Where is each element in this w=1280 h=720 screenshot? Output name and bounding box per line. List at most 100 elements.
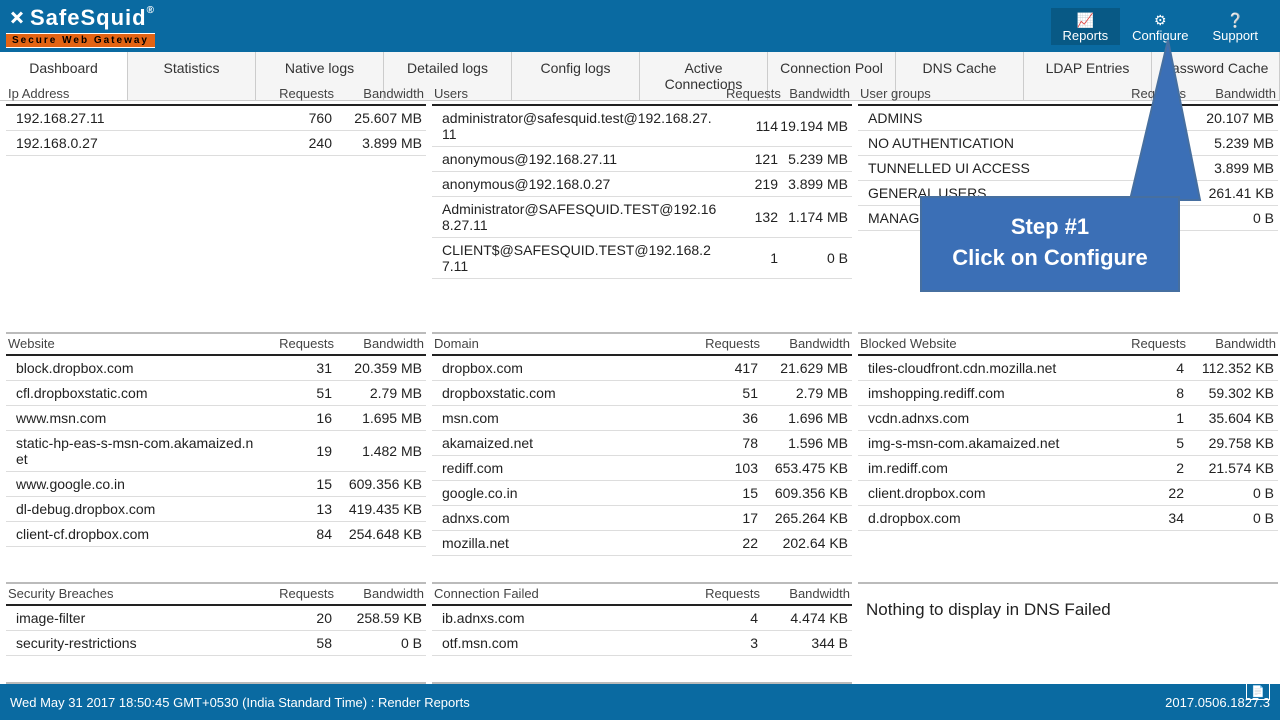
table-row[interactable]: ADMINS20.107 MB bbox=[858, 106, 1278, 131]
cell-name: static-hp-eas-s-msn-com.akamaized.net bbox=[16, 435, 262, 467]
col-title: Users bbox=[434, 86, 726, 101]
cell-requests: 13 bbox=[262, 501, 332, 517]
table-row[interactable]: client-cf.dropbox.com84254.648 KB bbox=[6, 522, 426, 547]
cell-bandwidth: 1.174 MB bbox=[778, 209, 848, 225]
cell-requests: 36 bbox=[688, 410, 758, 426]
col-bandwidth: Bandwidth bbox=[760, 336, 850, 351]
table-row[interactable]: adnxs.com17265.264 KB bbox=[432, 506, 852, 531]
cell-name: anonymous@192.168.27.11 bbox=[442, 151, 724, 167]
cell-bandwidth: 1.596 MB bbox=[758, 435, 848, 451]
table-row[interactable]: static-hp-eas-s-msn-com.akamaized.net191… bbox=[6, 431, 426, 472]
cell-name: otf.msn.com bbox=[442, 635, 688, 651]
col-title: Domain bbox=[434, 336, 690, 351]
table-row[interactable]: 192.168.27.1176025.607 MB bbox=[6, 106, 426, 131]
table-row[interactable]: anonymous@192.168.27.111215.239 MB bbox=[432, 147, 852, 172]
table-row[interactable]: dl-debug.dropbox.com13419.435 KB bbox=[6, 497, 426, 522]
table-row[interactable]: administrator@safesquid.test@192.168.27.… bbox=[432, 106, 852, 147]
logo-tagline: Secure Web Gateway bbox=[6, 33, 155, 48]
table-row[interactable]: ib.adnxs.com44.474 KB bbox=[432, 606, 852, 631]
cell-name: NO AUTHENTICATION bbox=[868, 135, 1114, 151]
table-row[interactable]: 192.168.0.272403.899 MB bbox=[6, 131, 426, 156]
cell-name: img-s-msn-com.akamaized.net bbox=[868, 435, 1114, 451]
cell-requests: 16 bbox=[262, 410, 332, 426]
cell-bandwidth: 0 B bbox=[332, 635, 422, 651]
panel-body: image-filter20258.59 KBsecurity-restrict… bbox=[6, 606, 426, 684]
panel-domain: DomainRequestsBandwidthdropbox.com41721.… bbox=[432, 334, 852, 584]
table-row[interactable]: msn.com361.696 MB bbox=[432, 406, 852, 431]
table-row[interactable]: cfl.dropboxstatic.com512.79 MB bbox=[6, 381, 426, 406]
cell-requests: 4 bbox=[1114, 360, 1184, 376]
col-bandwidth: Bandwidth bbox=[334, 336, 424, 351]
cell-name: rediff.com bbox=[442, 460, 688, 476]
table-row[interactable]: security-restrictions580 B bbox=[6, 631, 426, 656]
table-row[interactable]: Administrator@SAFESQUID.TEST@192.168.27.… bbox=[432, 197, 852, 238]
cell-bandwidth: 19.194 MB bbox=[778, 118, 848, 134]
cell-requests: 19 bbox=[262, 443, 332, 459]
cell-name: CLIENT$@SAFESQUID.TEST@192.168.27.11 bbox=[442, 242, 724, 274]
cell-bandwidth: 112.352 KB bbox=[1184, 360, 1274, 376]
cell-bandwidth: 344 B bbox=[758, 635, 848, 651]
table-row[interactable]: dropboxstatic.com512.79 MB bbox=[432, 381, 852, 406]
cell-requests: 78 bbox=[688, 435, 758, 451]
cell-requests: 3 bbox=[688, 635, 758, 651]
panel-header: Ip AddressRequestsBandwidth bbox=[6, 84, 426, 106]
table-row[interactable]: rediff.com103653.475 KB bbox=[432, 456, 852, 481]
col-title: Security Breaches bbox=[8, 586, 264, 601]
table-row[interactable]: anonymous@192.168.0.272193.899 MB bbox=[432, 172, 852, 197]
cell-requests: 417 bbox=[688, 360, 758, 376]
cell-requests: 760 bbox=[262, 110, 332, 126]
support-button[interactable]: ❔ Support bbox=[1200, 8, 1270, 45]
col-requests: Requests bbox=[1116, 336, 1186, 351]
cell-requests: 15 bbox=[688, 485, 758, 501]
table-row[interactable]: vcdn.adnxs.com135.604 KB bbox=[858, 406, 1278, 431]
cell-name: client-cf.dropbox.com bbox=[16, 526, 262, 542]
cell-bandwidth: 0 B bbox=[778, 250, 848, 266]
panel-header: Connection FailedRequestsBandwidth bbox=[432, 584, 852, 606]
pdf-export-button[interactable]: 📄 bbox=[1246, 683, 1270, 700]
table-row[interactable]: otf.msn.com3344 B bbox=[432, 631, 852, 656]
panel-dnsfail: Nothing to display in DNS Failed bbox=[858, 584, 1278, 684]
col-requests: Requests bbox=[726, 86, 780, 101]
cell-requests: 132 bbox=[724, 209, 778, 225]
table-row[interactable]: image-filter20258.59 KB bbox=[6, 606, 426, 631]
table-row[interactable]: TUNNELLED UI ACCESS3.899 MB bbox=[858, 156, 1278, 181]
table-row[interactable]: imshopping.rediff.com859.302 KB bbox=[858, 381, 1278, 406]
footer: Wed May 31 2017 18:50:45 GMT+0530 (India… bbox=[0, 684, 1280, 720]
table-row[interactable]: www.google.co.in15609.356 KB bbox=[6, 472, 426, 497]
table-row[interactable]: dropbox.com41721.629 MB bbox=[432, 356, 852, 381]
cell-bandwidth: 2.79 MB bbox=[758, 385, 848, 401]
cell-requests: 103 bbox=[688, 460, 758, 476]
cell-requests: 15 bbox=[262, 476, 332, 492]
panel-body: administrator@safesquid.test@192.168.27.… bbox=[432, 106, 852, 334]
reports-button[interactable]: 📈 Reports bbox=[1051, 8, 1121, 45]
cell-requests: 2 bbox=[1114, 460, 1184, 476]
callout-line1: Step #1 bbox=[932, 212, 1168, 243]
cell-name: client.dropbox.com bbox=[868, 485, 1114, 501]
table-row[interactable]: img-s-msn-com.akamaized.net529.758 KB bbox=[858, 431, 1278, 456]
cell-requests: 58 bbox=[262, 635, 332, 651]
table-row[interactable]: google.co.in15609.356 KB bbox=[432, 481, 852, 506]
dashboard: Ip AddressRequestsBandwidth192.168.27.11… bbox=[0, 84, 1280, 684]
cell-requests: 219 bbox=[724, 176, 778, 192]
panel-body: dropbox.com41721.629 MBdropboxstatic.com… bbox=[432, 356, 852, 584]
table-row[interactable]: block.dropbox.com3120.359 MB bbox=[6, 356, 426, 381]
cell-bandwidth: 59.302 KB bbox=[1184, 385, 1274, 401]
configure-button[interactable]: ⚙ Configure bbox=[1120, 8, 1200, 45]
table-row[interactable]: d.dropbox.com340 B bbox=[858, 506, 1278, 531]
table-row[interactable]: tiles-cloudfront.cdn.mozilla.net4112.352… bbox=[858, 356, 1278, 381]
table-row[interactable]: client.dropbox.com220 B bbox=[858, 481, 1278, 506]
table-row[interactable]: im.rediff.com221.574 KB bbox=[858, 456, 1278, 481]
table-row[interactable]: akamaized.net781.596 MB bbox=[432, 431, 852, 456]
table-row[interactable]: www.msn.com161.695 MB bbox=[6, 406, 426, 431]
cell-name: image-filter bbox=[16, 610, 262, 626]
cell-requests: 240 bbox=[262, 135, 332, 151]
cell-requests: 51 bbox=[688, 385, 758, 401]
logo-icon bbox=[6, 7, 28, 29]
table-row[interactable]: NO AUTHENTICATION5.239 MB bbox=[858, 131, 1278, 156]
table-row[interactable]: CLIENT$@SAFESQUID.TEST@192.168.27.1110 B bbox=[432, 238, 852, 279]
table-row[interactable]: mozilla.net22202.64 KB bbox=[432, 531, 852, 556]
cell-bandwidth: 653.475 KB bbox=[758, 460, 848, 476]
cell-requests: 8 bbox=[1114, 385, 1184, 401]
cell-bandwidth: 254.648 KB bbox=[332, 526, 422, 542]
cell-name: mozilla.net bbox=[442, 535, 688, 551]
